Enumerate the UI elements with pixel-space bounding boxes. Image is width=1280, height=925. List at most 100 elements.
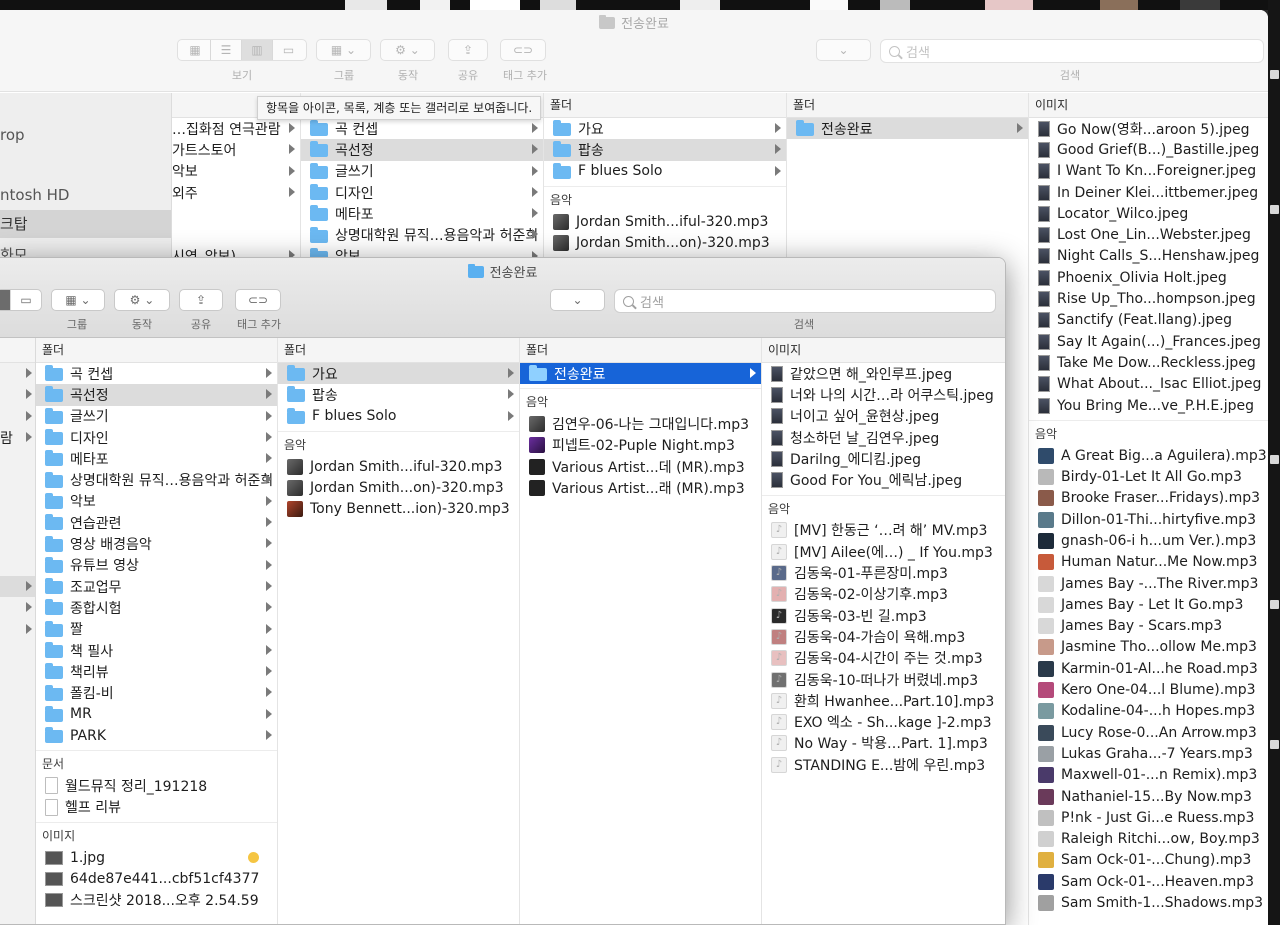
front-scope-dropdown[interactable]: ⌄ (550, 289, 605, 311)
list-view-icon[interactable]: ☰ (211, 40, 242, 60)
front-search-field[interactable]: 검색 (614, 289, 996, 313)
back-search-field[interactable]: 검색 (880, 39, 1264, 63)
back-tag-button[interactable]: ⊂⊃ (500, 39, 546, 61)
folder-item[interactable]: 곡선정 (36, 384, 277, 406)
file-item[interactable]: James Bay -...The River.mp3 (1029, 573, 1268, 594)
back-action-button[interactable]: ⚙ ⌄ (380, 39, 435, 61)
back-group-button[interactable]: ▦ ⌄ (316, 39, 371, 61)
file-item[interactable]: Lost One_Lin...Webster.jpeg (1029, 224, 1268, 245)
file-item[interactable]: Good For You_에릭남.jpeg (762, 469, 1005, 490)
file-item[interactable]: ♪ 김동욱-04-시간이 주는 것.mp3 (762, 648, 1005, 669)
file-item[interactable]: A Great Big...a Aguilera).mp3 (1029, 445, 1268, 466)
file-item[interactable]: Jordan Smith...iful-320.mp3 (278, 456, 519, 477)
file-item[interactable]: Brooke Fraser...Fridays).mp3 (1029, 488, 1268, 509)
file-item[interactable]: Sam Ock-01-...Heaven.mp3 (1029, 871, 1268, 892)
folder-item[interactable]: 책리뷰 (36, 661, 277, 682)
folder-item[interactable]: 메타포 (36, 448, 277, 469)
file-item[interactable]: Various Artist...데 (MR).mp3 (520, 456, 761, 477)
list-item[interactable]: 외주 (172, 182, 300, 203)
file-item[interactable]: 헬프 리뷰 (36, 797, 277, 818)
sidebar-item-airdrop[interactable]: rop (0, 121, 171, 149)
folder-item[interactable]: 가요 (278, 363, 519, 385)
file-item[interactable]: Locator_Wilco.jpeg (1029, 203, 1268, 224)
folder-item[interactable]: 메타포 (301, 203, 543, 224)
file-item[interactable]: Take Me Dow...Reckless.jpeg (1029, 352, 1268, 373)
file-item[interactable]: ♪ 김동욱-02-이상기후.mp3 (762, 584, 1005, 605)
file-item[interactable]: 스크린샷 2018...오후 2.54.59 (36, 890, 277, 911)
file-item[interactable]: Tony Bennett...ion)-320.mp3 (278, 498, 519, 519)
front-group-button[interactable]: ▦ ⌄ (51, 289, 105, 311)
file-item[interactable]: James Bay - Let It Go.mp3 (1029, 594, 1268, 615)
icon-view-icon[interactable]: ▦ (180, 40, 211, 60)
list-item[interactable]: 가트스토어 (172, 139, 300, 160)
back-scope-dropdown[interactable]: ⌄ (816, 39, 871, 61)
folder-item[interactable]: MR (36, 704, 277, 725)
file-item[interactable]: ♪ STANDING E...밤에 우린.mp3 (762, 754, 1005, 775)
folder-item[interactable]: F blues Solo (278, 406, 519, 427)
file-item[interactable]: 피넵트-02-Puple Night.mp3 (520, 435, 761, 456)
file-item[interactable]: You Bring Me...ve_P.H.E.jpeg (1029, 395, 1268, 416)
back-view-segmented-control[interactable]: ▦ ☰ ▥ ▭ (177, 39, 307, 61)
file-item[interactable]: 1.jpg (36, 847, 277, 868)
file-item[interactable]: Various Artist...래 (MR).mp3 (520, 477, 761, 498)
column-view-icon[interactable]: ▥ (242, 40, 273, 60)
file-item[interactable]: Sanctify (Feat.llang).jpeg (1029, 310, 1268, 331)
file-item[interactable]: Birdy-01-Let It All Go.mp3 (1029, 466, 1268, 487)
front-action-button[interactable]: ⚙ ⌄ (114, 289, 170, 311)
file-item[interactable]: Go Now(영화...aroon 5).jpeg (1029, 118, 1268, 139)
folder-item[interactable]: 조교업무 (36, 576, 277, 597)
file-item[interactable]: Human Natur...Me Now.mp3 (1029, 552, 1268, 573)
folder-item[interactable]: 악보 (36, 491, 277, 512)
file-item[interactable]: ♪ 김동욱-04-가슴이 욕해.mp3 (762, 626, 1005, 647)
folder-item[interactable]: 글쓰기 (36, 406, 277, 427)
file-item[interactable]: 너이고 싶어_윤현상.jpeg (762, 406, 1005, 427)
folder-item[interactable]: 책 필사 (36, 640, 277, 661)
folder-item-selected[interactable]: 전송완료 (520, 363, 761, 385)
back-share-button[interactable]: ⇪ (448, 39, 488, 61)
folder-item[interactable]: 디자인 (36, 427, 277, 448)
file-item[interactable]: In Deiner Klei...ittbemer.jpeg (1029, 182, 1268, 203)
gallery-view-icon[interactable]: ▭ (11, 290, 42, 310)
file-item[interactable]: Lucy Rose-0...An Arrow.mp3 (1029, 722, 1268, 743)
sidebar-item-macintosh-hd[interactable]: ntosh HD (0, 181, 171, 209)
file-item[interactable]: Lukas Graha...-7 Years.mp3 (1029, 743, 1268, 764)
list-item[interactable]: 악보 (172, 161, 300, 182)
file-item[interactable]: Maxwell-01-...n Remix).mp3 (1029, 765, 1268, 786)
folder-item[interactable]: 영상 배경음악 (36, 533, 277, 554)
file-item[interactable]: Karmin-01-Al...he Road.mp3 (1029, 658, 1268, 679)
file-item[interactable]: 김연우-06-나는 그대입니다.mp3 (520, 413, 761, 434)
file-item[interactable]: Jordan Smith...iful-320.mp3 (544, 211, 786, 232)
file-item[interactable]: Rise Up_Tho...hompson.jpeg (1029, 288, 1268, 309)
file-item[interactable]: ♪ 환희 Hwanhee...Part.10].mp3 (762, 690, 1005, 711)
file-item[interactable]: ♪ 김동욱-03-빈 길.mp3 (762, 605, 1005, 626)
folder-item[interactable]: 글쓰기 (301, 161, 543, 182)
file-item[interactable]: Sam Ock-01-...Chung).mp3 (1029, 850, 1268, 871)
file-item[interactable]: ♪ EXO 엑소 - Sh...kage ]-2.mp3 (762, 711, 1005, 732)
gallery-view-icon[interactable]: ▭ (273, 40, 304, 60)
file-item[interactable]: Kero One-04...l Blume).mp3 (1029, 679, 1268, 700)
file-item[interactable]: 64de87e441...cbf51cf4377 (36, 868, 277, 889)
list-item[interactable]: 람 (0, 427, 35, 448)
file-item[interactable]: James Bay - Scars.mp3 (1029, 616, 1268, 637)
folder-item[interactable]: 짤 (36, 619, 277, 640)
file-item[interactable]: Night Calls_S...Henshaw.jpeg (1029, 246, 1268, 267)
folder-item[interactable]: 가요 (544, 118, 786, 139)
folder-item[interactable]: 폴킴-비 (36, 682, 277, 703)
folder-item[interactable]: 상명대학원 뮤직…용음악과 허준희 (301, 224, 543, 245)
file-item[interactable]: Raleigh Ritchi...ow, Boy.mp3 (1029, 829, 1268, 850)
folder-item[interactable]: 팝송 (278, 384, 519, 405)
file-item[interactable]: ♪ 김동욱-10-떠나가 버렸네.mp3 (762, 669, 1005, 690)
file-item[interactable]: Good Grief(B...)_Bastille.jpeg (1029, 139, 1268, 160)
file-item[interactable]: Darilng_에디킴.jpeg (762, 448, 1005, 469)
file-item[interactable]: Jordan Smith...on)-320.mp3 (278, 477, 519, 498)
file-item[interactable]: Nathaniel-15...By Now.mp3 (1029, 786, 1268, 807)
front-view-segmented-control[interactable]: ▭ (0, 289, 42, 311)
folder-item[interactable]: 연습관련 (36, 512, 277, 533)
file-item[interactable]: Dillon-01-Thi...hirtyfive.mp3 (1029, 509, 1268, 530)
sidebar-item-desktop[interactable]: 크탑 (0, 210, 171, 238)
folder-item[interactable]: 팝송 (544, 139, 786, 161)
file-item[interactable]: 월드뮤직 정리_191218 (36, 775, 277, 796)
file-item[interactable]: ♪ [MV] Ailee(에…) _ If You.mp3 (762, 541, 1005, 562)
file-item[interactable]: Sam Smith-1...Shadows.mp3 (1029, 892, 1268, 913)
folder-item[interactable]: 곡 컨셉 (36, 363, 277, 384)
